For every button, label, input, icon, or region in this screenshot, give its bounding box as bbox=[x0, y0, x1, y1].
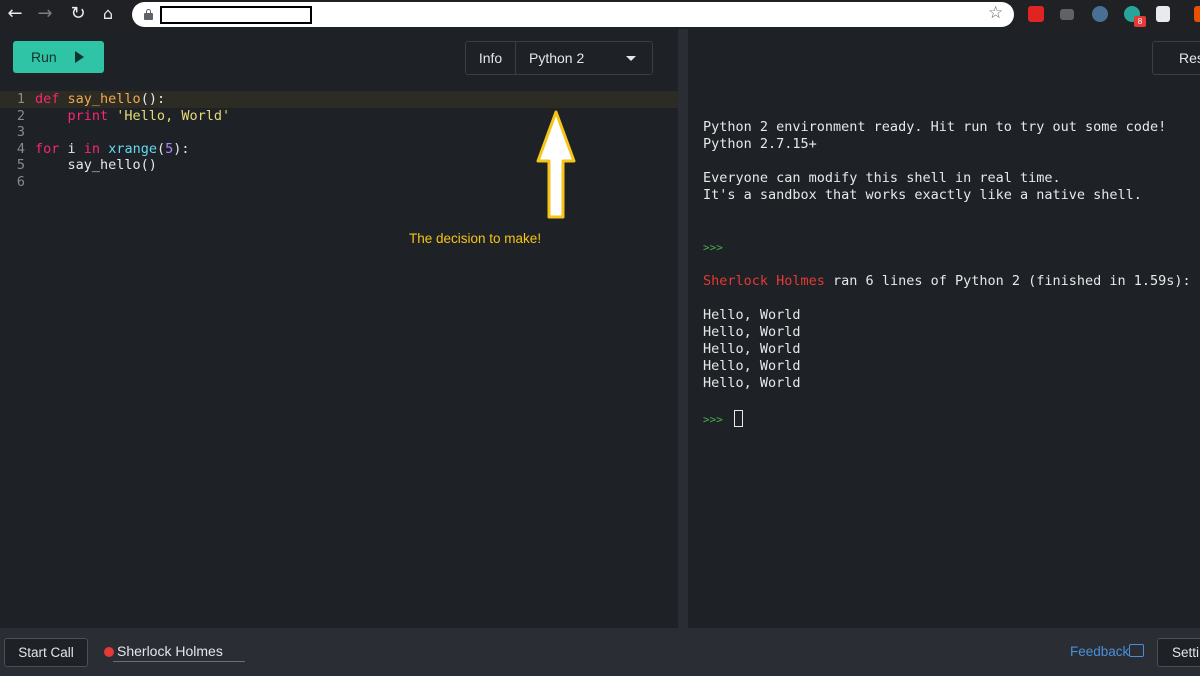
run-summary-text: ran 6 lines of Python 2 (finished in 1.5… bbox=[824, 273, 1191, 289]
shell-output-line: Hello, World bbox=[703, 307, 801, 323]
code-token: say_hello bbox=[67, 91, 141, 107]
home-icon[interactable]: ⌂ bbox=[97, 3, 119, 25]
shell-input-prompt: >>> bbox=[703, 413, 723, 426]
feedback-link[interactable]: Feedback bbox=[1070, 644, 1129, 659]
start-call-button[interactable]: Start Call bbox=[4, 638, 88, 667]
code-token: print bbox=[67, 107, 109, 124]
line-number: 3 bbox=[16, 124, 25, 141]
line-number: 1 bbox=[16, 91, 25, 107]
address-bar[interactable]: ☆ bbox=[132, 2, 1014, 27]
language-select[interactable]: Python 2 bbox=[517, 42, 653, 74]
language-bar: Info Python 2 bbox=[465, 41, 653, 75]
code-text: for i in xrange(5): bbox=[35, 141, 190, 158]
shell-output-line: Hello, World bbox=[703, 324, 801, 340]
up-arrow-annotation bbox=[536, 110, 576, 219]
run-button-label: Run bbox=[31, 49, 57, 65]
chevron-down-icon bbox=[626, 56, 636, 61]
settings-button-label: Setti bbox=[1172, 645, 1200, 660]
extension-icon[interactable] bbox=[1060, 9, 1074, 20]
shell-output-line: Hello, World bbox=[703, 375, 801, 391]
shell-output-line: Hello, World bbox=[703, 341, 801, 357]
user-name-underline bbox=[113, 661, 245, 662]
code-token: ( bbox=[156, 140, 166, 157]
settings-button[interactable]: Setti bbox=[1157, 638, 1200, 667]
pane-divider[interactable] bbox=[678, 29, 688, 628]
code-token: ): bbox=[173, 140, 190, 157]
presence-status-dot bbox=[104, 647, 114, 657]
bookmark-star-icon[interactable]: ☆ bbox=[988, 3, 1003, 23]
footer-bar: Start Call Sherlock Holmes Feedback Sett… bbox=[0, 628, 1200, 676]
code-text: print 'Hello, World' bbox=[35, 107, 231, 125]
code-token: in bbox=[83, 140, 101, 157]
code-token: say_hello() bbox=[35, 157, 157, 174]
run-button[interactable]: Run bbox=[13, 41, 104, 73]
run-user-name: Sherlock Holmes bbox=[703, 273, 825, 289]
extension-icon[interactable] bbox=[1028, 6, 1044, 22]
code-token: 'Hello, World' bbox=[116, 107, 231, 124]
line-number: 2 bbox=[16, 107, 25, 124]
info-button[interactable]: Info bbox=[466, 42, 516, 74]
shell-output-line: Hello, World bbox=[703, 358, 801, 374]
code-token: xrange bbox=[108, 140, 157, 157]
shell-version-line: Python 2.7.15+ bbox=[703, 136, 817, 152]
extension-icon[interactable] bbox=[1092, 6, 1108, 22]
editor-pane: Run Info Python 2 1 def say_hello(): 2 pri… bbox=[0, 29, 678, 628]
lock-icon bbox=[144, 9, 153, 20]
line-number: 5 bbox=[16, 157, 25, 174]
code-token: for bbox=[35, 140, 60, 157]
code-token: def bbox=[35, 91, 60, 107]
annotation-label: The decision to make! bbox=[409, 231, 542, 246]
code-token: (): bbox=[140, 91, 166, 107]
lightbulb-icon[interactable] bbox=[1156, 6, 1170, 22]
line-number: 6 bbox=[16, 173, 25, 190]
user-name-field[interactable]: Sherlock Holmes bbox=[117, 643, 223, 659]
shell-input-cursor[interactable] bbox=[734, 410, 743, 427]
extension-icon[interactable] bbox=[1194, 6, 1200, 22]
reload-icon[interactable]: ↻ bbox=[67, 3, 89, 25]
line-number: 4 bbox=[16, 140, 25, 157]
code-token: i bbox=[59, 140, 84, 157]
shell-prompt: >>> bbox=[703, 241, 723, 254]
extension-badge: 8 bbox=[1134, 16, 1146, 27]
forward-arrow-icon[interactable]: → bbox=[34, 3, 56, 25]
browser-toolbar: ← → ↻ ⌂ ☆ 8 bbox=[0, 0, 1200, 29]
play-icon bbox=[75, 51, 84, 63]
url-redaction bbox=[160, 6, 312, 24]
reset-button-label: Res bbox=[1179, 50, 1200, 66]
shell-run-summary: Sherlock Holmes ran 6 lines of Python 2 … bbox=[703, 273, 1191, 290]
chat-bubble-icon[interactable] bbox=[1129, 644, 1144, 657]
code-text: def say_hello(): bbox=[35, 91, 165, 108]
shell-sandbox-line: It's a sandbox that works exactly like a… bbox=[703, 187, 1142, 203]
shell-pane: Res Python 2 environment ready. Hit run … bbox=[688, 29, 1200, 628]
language-select-value: Python 2 bbox=[529, 50, 585, 66]
code-line[interactable]: 1 def say_hello(): bbox=[0, 91, 678, 108]
shell-modify-line: Everyone can modify this shell in real t… bbox=[703, 170, 1061, 186]
back-arrow-icon[interactable]: ← bbox=[4, 3, 26, 25]
reset-button[interactable]: Res bbox=[1152, 41, 1200, 75]
shell-ready-line: Python 2 environment ready. Hit run to t… bbox=[703, 119, 1167, 135]
code-text: say_hello() bbox=[35, 157, 157, 174]
